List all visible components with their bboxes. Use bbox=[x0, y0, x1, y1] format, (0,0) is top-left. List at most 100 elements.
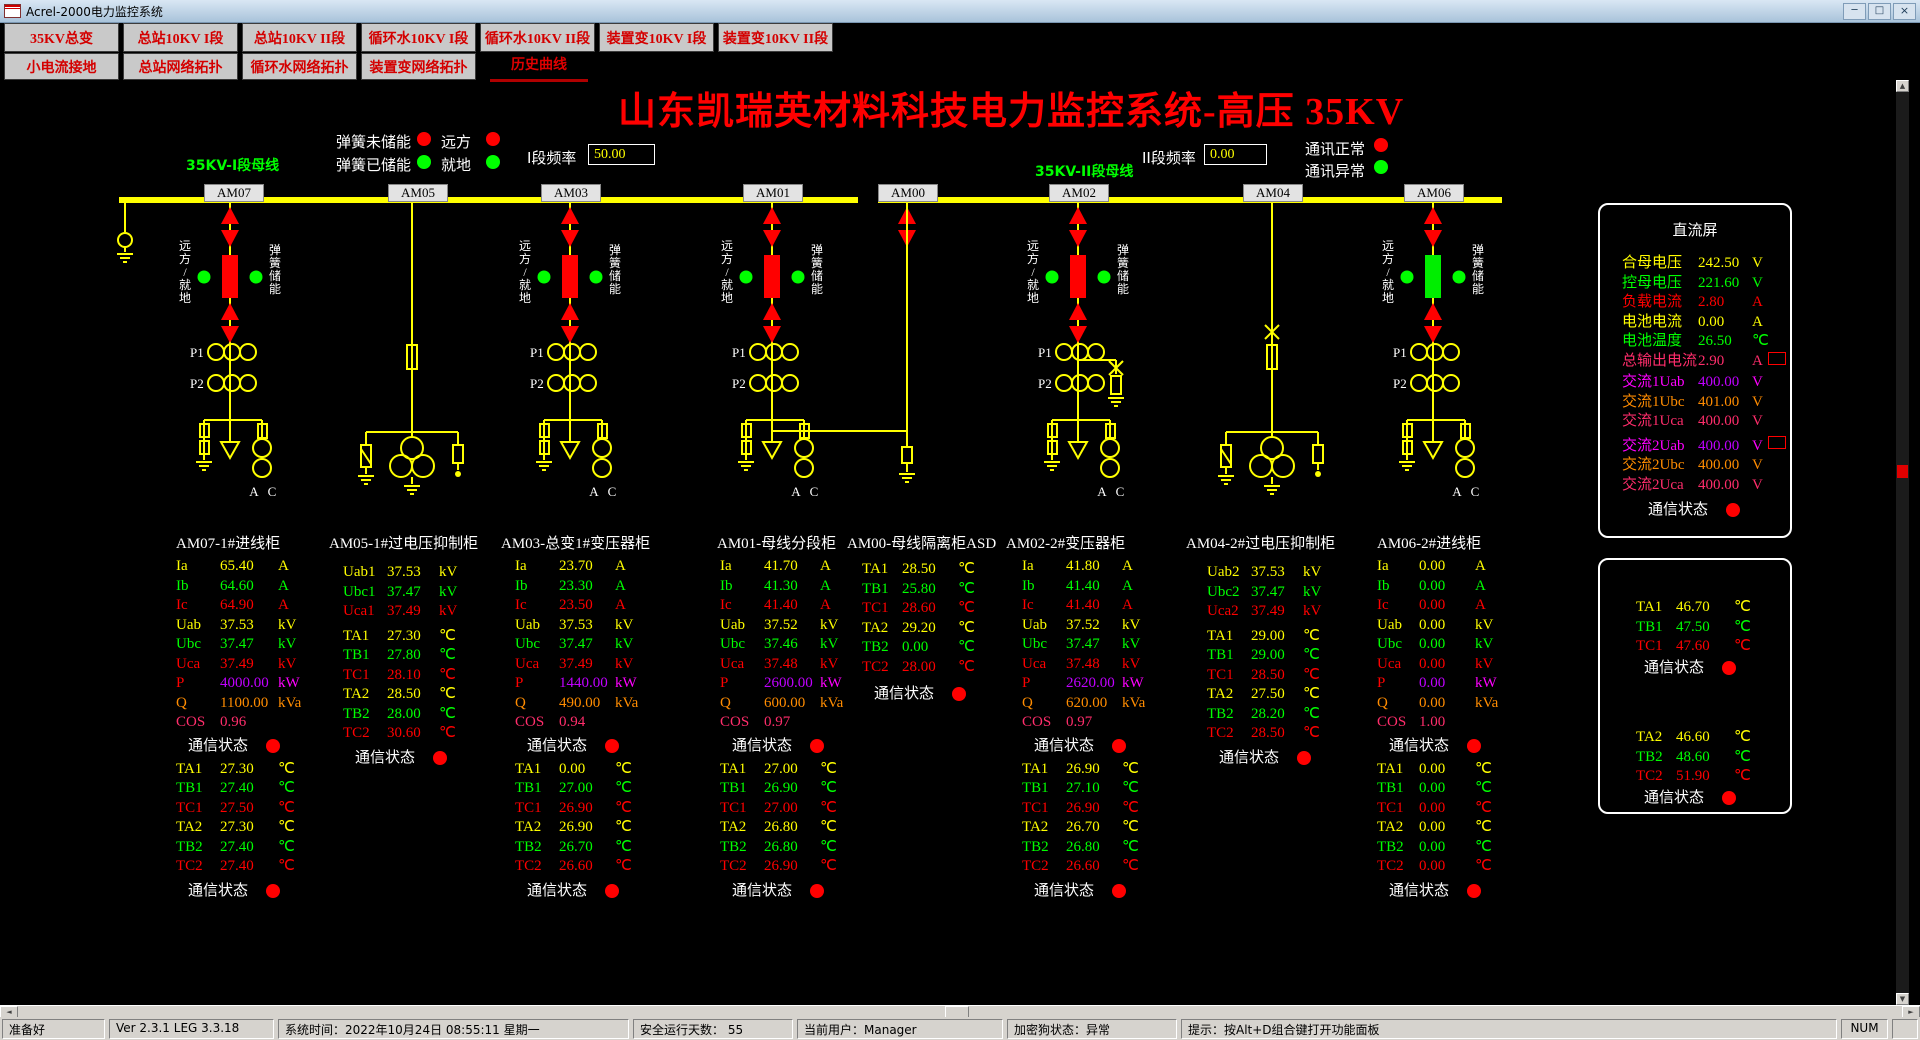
breaker[interactable] bbox=[764, 255, 780, 298]
row-unit: ℃ bbox=[1303, 646, 1320, 666]
measurement-row: 电池电流0.00A bbox=[1622, 313, 1769, 333]
row-unit: V bbox=[1752, 437, 1763, 457]
diagram-label: 就 bbox=[1027, 278, 1039, 292]
panel-title: AM04-2#过电压抑制柜 bbox=[1182, 535, 1335, 557]
diagram-label: 弹 bbox=[1117, 243, 1129, 257]
bus-tag-AM07[interactable]: AM07 bbox=[204, 184, 264, 202]
row-label: P bbox=[720, 674, 764, 694]
comm-status-dot bbox=[1467, 739, 1481, 753]
row-unit: ℃ bbox=[1122, 779, 1139, 799]
row-label: TC1 bbox=[1022, 799, 1066, 819]
row-label: COS bbox=[1022, 713, 1066, 733]
row-label: Ubc bbox=[1377, 635, 1419, 655]
breaker[interactable] bbox=[1070, 255, 1086, 298]
measurement-row: TB228.00℃ bbox=[343, 705, 478, 725]
comm-status-row: 通信状态 bbox=[1636, 659, 1751, 680]
row-value: 37.47 bbox=[1066, 635, 1122, 655]
winding-icon bbox=[390, 455, 412, 477]
measurement-row: 负载电流2.80A bbox=[1622, 293, 1769, 313]
row-value: 2620.00 bbox=[1066, 674, 1122, 694]
row-unit: ℃ bbox=[1122, 760, 1139, 780]
measurement-row: TC126.90℃ bbox=[515, 799, 650, 819]
row-label: TA2 bbox=[1022, 818, 1066, 838]
scroll-down-icon[interactable]: ▼ bbox=[1896, 993, 1909, 1005]
breaker[interactable] bbox=[1425, 255, 1441, 298]
row-label: TB1 bbox=[343, 646, 387, 666]
row-label: TA1 bbox=[515, 760, 559, 780]
bus-tag-AM04[interactable]: AM04 bbox=[1243, 184, 1303, 202]
bus-tag-AM00[interactable]: AM00 bbox=[878, 184, 938, 202]
bus-tag-AM01[interactable]: AM01 bbox=[743, 184, 803, 202]
winding-icon bbox=[1056, 344, 1072, 360]
row-unit: ℃ bbox=[820, 779, 837, 799]
measurement-row: P2620.00kW bbox=[1022, 674, 1145, 694]
diagram-label: P1 bbox=[732, 345, 746, 360]
diagram-label: / bbox=[183, 265, 187, 279]
bus-tag-AM03[interactable]: AM03 bbox=[541, 184, 601, 202]
row-unit: ℃ bbox=[958, 599, 975, 619]
row-label: Ubc bbox=[176, 635, 220, 655]
comm-status-label: 通信状态 bbox=[1389, 738, 1449, 754]
measurement-row: TC128.60℃ bbox=[862, 599, 996, 619]
panel-title: AM05-1#过电压抑制柜 bbox=[325, 535, 478, 557]
measurement-row: TB227.40℃ bbox=[176, 838, 301, 858]
panel-title: AM02-2#变压器柜 bbox=[1002, 535, 1145, 557]
row-value: 2.80 bbox=[1698, 293, 1752, 313]
diagram-label: P1 bbox=[1393, 345, 1407, 360]
row-unit: kW bbox=[1122, 674, 1144, 694]
row-label: TC2 bbox=[720, 857, 764, 877]
row-unit: V bbox=[1752, 393, 1763, 413]
row-value: 27.00 bbox=[764, 799, 820, 819]
measurement-row: TB10.00℃ bbox=[1377, 779, 1498, 799]
state-dot bbox=[792, 271, 805, 284]
row-label: 电池电流 bbox=[1622, 313, 1698, 333]
diagram-label: 就 bbox=[519, 278, 531, 292]
panel-title: AM03-总变1#变压器柜 bbox=[497, 535, 650, 557]
vertical-scrollbar[interactable]: ▲ ▼ bbox=[1896, 80, 1909, 1005]
measurement-row: 交流1Uca400.00V bbox=[1622, 412, 1769, 432]
arrow-icon bbox=[561, 230, 579, 247]
row-unit: kV bbox=[1475, 616, 1493, 636]
device-box bbox=[902, 447, 912, 463]
row-label: Uca1 bbox=[343, 602, 387, 622]
row-unit: kVa bbox=[1122, 694, 1145, 714]
row-value: 37.53 bbox=[220, 616, 278, 636]
measurement-row: TC251.90℃ bbox=[1636, 767, 1751, 787]
breaker[interactable] bbox=[222, 255, 238, 298]
row-value: 46.60 bbox=[1676, 728, 1734, 748]
measurement-row: Ic0.00A bbox=[1377, 596, 1498, 616]
delta-icon bbox=[561, 442, 579, 458]
row-label: Ic bbox=[1377, 596, 1419, 616]
device-box bbox=[1313, 445, 1323, 463]
diagram-label: 能 bbox=[1472, 282, 1484, 296]
winding-icon bbox=[593, 459, 611, 477]
comm-status-row: 通信状态 bbox=[515, 737, 650, 758]
row-label: TB1 bbox=[176, 779, 220, 799]
temp400-section: 400V2#变压器温度TA246.60℃TB248.60℃TC251.90℃通信… bbox=[1636, 702, 1751, 810]
row-unit: kV bbox=[820, 616, 838, 636]
bus-tag-AM05[interactable]: AM05 bbox=[388, 184, 448, 202]
panel-AM00: AM00-母线隔离柜ASDTA128.50℃TB125.80℃TC128.60℃… bbox=[858, 535, 996, 706]
bus-tag-AM02[interactable]: AM02 bbox=[1049, 184, 1109, 202]
panel-title: AM01-母线分段柜 bbox=[713, 535, 843, 557]
arrow-icon bbox=[221, 207, 239, 224]
row-unit: kW bbox=[615, 674, 637, 694]
measurement-row: TC226.90℃ bbox=[720, 857, 843, 877]
comm-status-label: 通信状态 bbox=[1034, 738, 1094, 754]
scroll-up-icon[interactable]: ▲ bbox=[1896, 80, 1909, 92]
winding-icon bbox=[548, 344, 564, 360]
row-label: Uab bbox=[515, 616, 559, 636]
vertical-scroll-thumb[interactable] bbox=[1897, 465, 1908, 478]
bus-tag-AM06[interactable]: AM06 bbox=[1404, 184, 1464, 202]
measurement-row: TA228.50℃ bbox=[343, 685, 478, 705]
row-label: TC1 bbox=[515, 799, 559, 819]
dc-alarm-marker-2 bbox=[1768, 436, 1786, 449]
device-box bbox=[453, 445, 463, 463]
winding-icon bbox=[224, 344, 240, 360]
row-unit: ℃ bbox=[958, 658, 975, 678]
row-unit: kV bbox=[439, 563, 457, 583]
row-unit: A bbox=[1752, 313, 1763, 333]
breaker[interactable] bbox=[562, 255, 578, 298]
measurement-row: Uca37.49kV bbox=[515, 655, 650, 675]
row-value: 490.00 bbox=[559, 694, 615, 714]
